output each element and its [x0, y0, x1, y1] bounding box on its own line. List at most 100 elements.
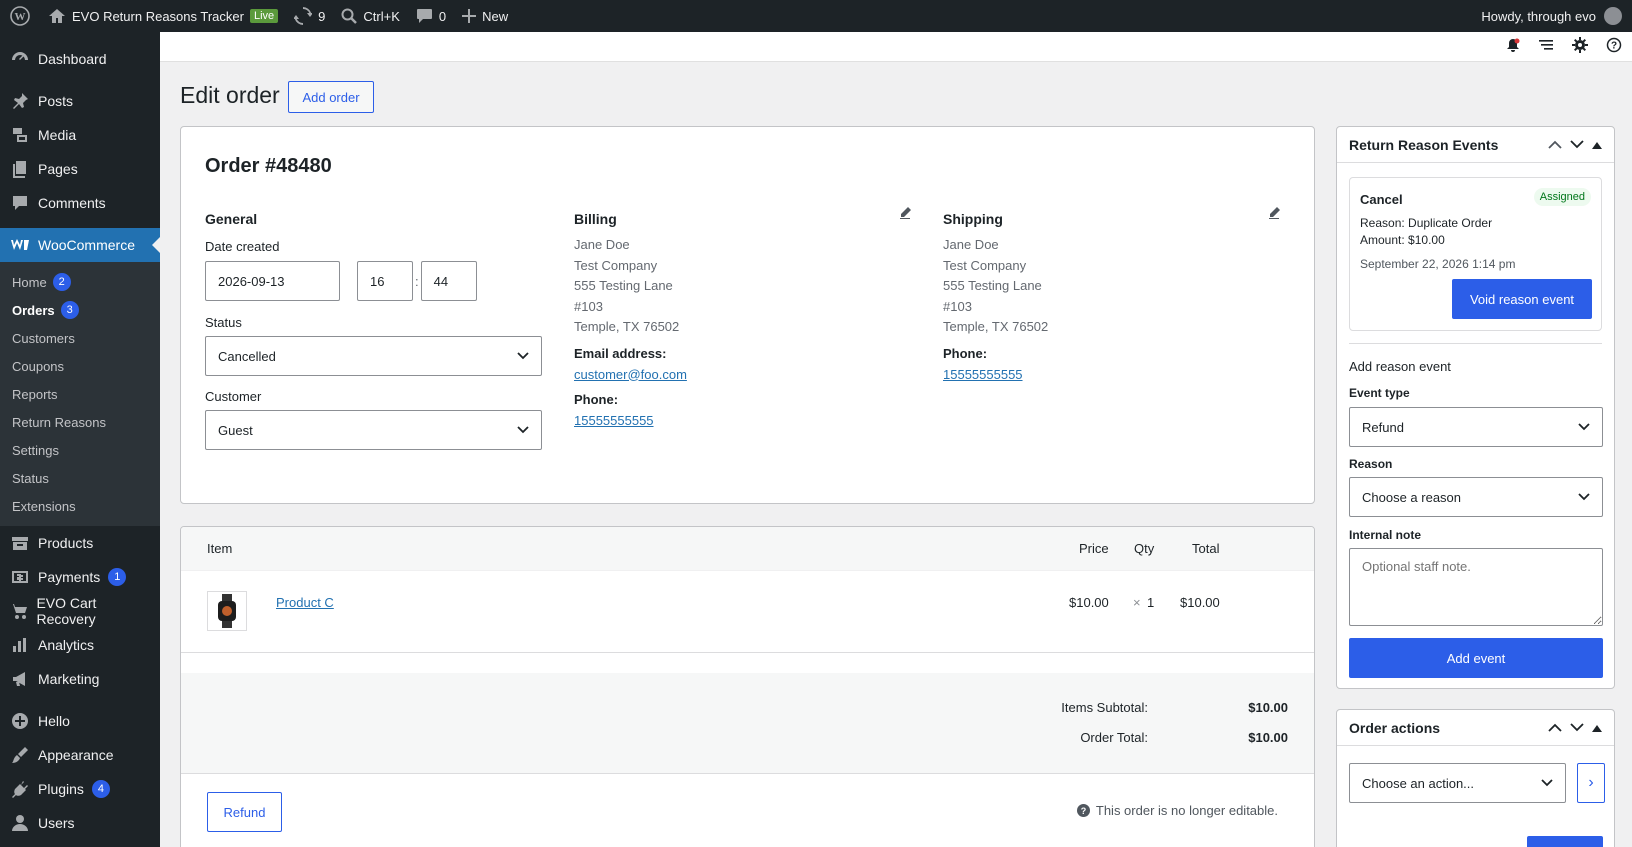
submenu-return-reasons[interactable]: Return Reasons: [0, 408, 160, 436]
shipping-address: Jane Doe Test Company 555 Testing Lane #…: [943, 235, 1283, 338]
edit-billing-pencil-icon[interactable]: [899, 207, 911, 222]
general-column: General Date created 2026-09-13 16 : 44 …: [205, 211, 542, 450]
menu-users[interactable]: Users: [0, 806, 160, 840]
amount-label: Amount:: [1360, 233, 1405, 247]
menu-plugins[interactable]: Plugins 4: [0, 772, 160, 806]
menu-label: Appearance: [38, 747, 114, 763]
menu-pages[interactable]: Pages: [0, 152, 160, 186]
home-icon: [49, 9, 65, 23]
search-shortcut[interactable]: Ctrl+K: [333, 0, 407, 32]
menu-posts[interactable]: Posts: [0, 84, 160, 118]
chevron-down-icon: [517, 426, 529, 434]
chevron-down-icon[interactable]: [1570, 723, 1584, 732]
chevron-up-icon[interactable]: [1548, 140, 1562, 149]
updates-icon: [294, 7, 313, 25]
comments-link[interactable]: 0: [408, 0, 454, 32]
chevron-down-icon: [517, 352, 529, 360]
date-created-label: Date created: [205, 239, 280, 254]
apply-action-button[interactable]: ›: [1577, 763, 1605, 803]
submenu-extensions[interactable]: Extensions: [0, 492, 160, 520]
customer-select[interactable]: Guest: [205, 410, 542, 450]
internal-note-label: Internal note: [1349, 528, 1422, 542]
menu-analytics[interactable]: Analytics: [0, 628, 160, 662]
submenu-reports[interactable]: Reports: [0, 380, 160, 408]
address-line: Test Company: [943, 257, 1027, 273]
shipping-phone-link[interactable]: 15555555555: [943, 367, 1283, 382]
wordpress-logo-icon[interactable]: W: [0, 0, 40, 32]
submenu-coupons[interactable]: Coupons: [0, 352, 160, 380]
submenu-orders[interactable]: Orders 3: [0, 296, 160, 324]
collapse-toggle-icon[interactable]: [1592, 724, 1602, 732]
collapse-toggle-icon[interactable]: [1592, 141, 1602, 149]
update-button[interactable]: [1527, 836, 1603, 847]
panel-header: Return Reason Events: [1337, 127, 1614, 163]
plug-icon: [10, 779, 30, 799]
submenu-status[interactable]: Status: [0, 464, 160, 492]
menu-products[interactable]: Products: [0, 526, 160, 560]
submenu-customers[interactable]: Customers: [0, 324, 160, 352]
menu-marketing[interactable]: Marketing: [0, 662, 160, 696]
billing-email-link[interactable]: customer@foo.com: [574, 367, 914, 382]
menu-appearance[interactable]: Appearance: [0, 738, 160, 772]
internal-note-textarea[interactable]: [1349, 548, 1603, 626]
submenu-settings[interactable]: Settings: [0, 436, 160, 464]
menu-dashboard[interactable]: Dashboard: [0, 42, 160, 76]
submenu-label: Extensions: [12, 498, 76, 514]
submenu-label: Customers: [12, 330, 75, 346]
void-reason-event-button[interactable]: Void reason event: [1452, 279, 1592, 319]
minute-input[interactable]: 44: [420, 261, 477, 301]
status-select[interactable]: Cancelled: [205, 336, 542, 376]
svg-text:?: ?: [1081, 806, 1087, 816]
new-content-link[interactable]: New: [454, 0, 516, 32]
menu-evo-cart-recovery[interactable]: EVO Cart Recovery: [0, 594, 160, 628]
account-menu[interactable]: Howdy, through evo: [1481, 7, 1632, 25]
order-total-label: Order Total:: [1080, 730, 1148, 745]
order-totals: Items Subtotal: $10.00 Order Total: $10.…: [181, 673, 1314, 774]
new-label: New: [482, 8, 509, 24]
refund-button[interactable]: Refund: [207, 792, 282, 832]
search-shortcut-label: Ctrl+K: [363, 8, 400, 24]
product-link[interactable]: Product C: [276, 595, 334, 610]
address-line: Jane Doe: [574, 237, 630, 252]
order-heading: Order #48480: [205, 155, 332, 177]
add-order-button[interactable]: Add order: [288, 81, 374, 113]
gear-icon[interactable]: [1572, 37, 1588, 56]
menu-hello[interactable]: Hello: [0, 704, 160, 738]
panel-header: Order actions: [1337, 710, 1614, 746]
edit-shipping-pencil-icon[interactable]: [1268, 207, 1280, 222]
chevron-down-icon[interactable]: [1570, 140, 1584, 149]
order-action-select[interactable]: Choose an action...: [1349, 763, 1566, 803]
billing-column: Billing Jane Doe Test Company 555 Testin…: [574, 211, 914, 428]
activity-list-icon[interactable]: [1538, 38, 1554, 55]
date-input[interactable]: 2026-09-13: [205, 261, 340, 301]
site-name-link[interactable]: EVO Return Reasons Tracker Live: [40, 0, 286, 32]
megaphone-icon: [10, 669, 30, 689]
menu-media[interactable]: Media: [0, 118, 160, 152]
menu-comments[interactable]: Comments: [0, 186, 160, 220]
notification-bell-icon[interactable]: [1506, 38, 1520, 55]
address-line: 555 Testing Lane: [943, 278, 1042, 293]
reason-select[interactable]: Choose a reason: [1349, 477, 1603, 517]
menu-label: Dashboard: [38, 51, 107, 67]
event-type: Cancel: [1360, 192, 1403, 207]
submenu-home[interactable]: Home 2: [0, 268, 160, 296]
menu-label: Plugins: [38, 781, 84, 797]
event-type-select[interactable]: Refund: [1349, 407, 1603, 447]
address-line: Temple, TX 76502: [574, 319, 680, 334]
pin-icon: [10, 91, 30, 111]
chevron-up-icon[interactable]: [1548, 723, 1562, 732]
submenu-label: Return Reasons: [12, 414, 106, 430]
utility-bar: ?: [160, 32, 1632, 62]
add-event-button[interactable]: Add event: [1349, 638, 1603, 678]
col-price: Price: [1079, 541, 1109, 556]
menu-payments[interactable]: Payments 1: [0, 560, 160, 594]
shipping-title: Shipping: [943, 211, 1003, 227]
menu-woocommerce[interactable]: WooCommerce: [0, 228, 160, 262]
address-line: 555 Testing Lane: [574, 278, 673, 293]
help-icon[interactable]: ?: [1606, 37, 1622, 56]
updates-link[interactable]: 9: [286, 0, 333, 32]
hour-input[interactable]: 16: [357, 261, 413, 301]
panel-title: Order actions: [1349, 719, 1441, 736]
billing-phone-link[interactable]: 15555555555: [574, 413, 914, 428]
comment-icon: [10, 193, 30, 213]
